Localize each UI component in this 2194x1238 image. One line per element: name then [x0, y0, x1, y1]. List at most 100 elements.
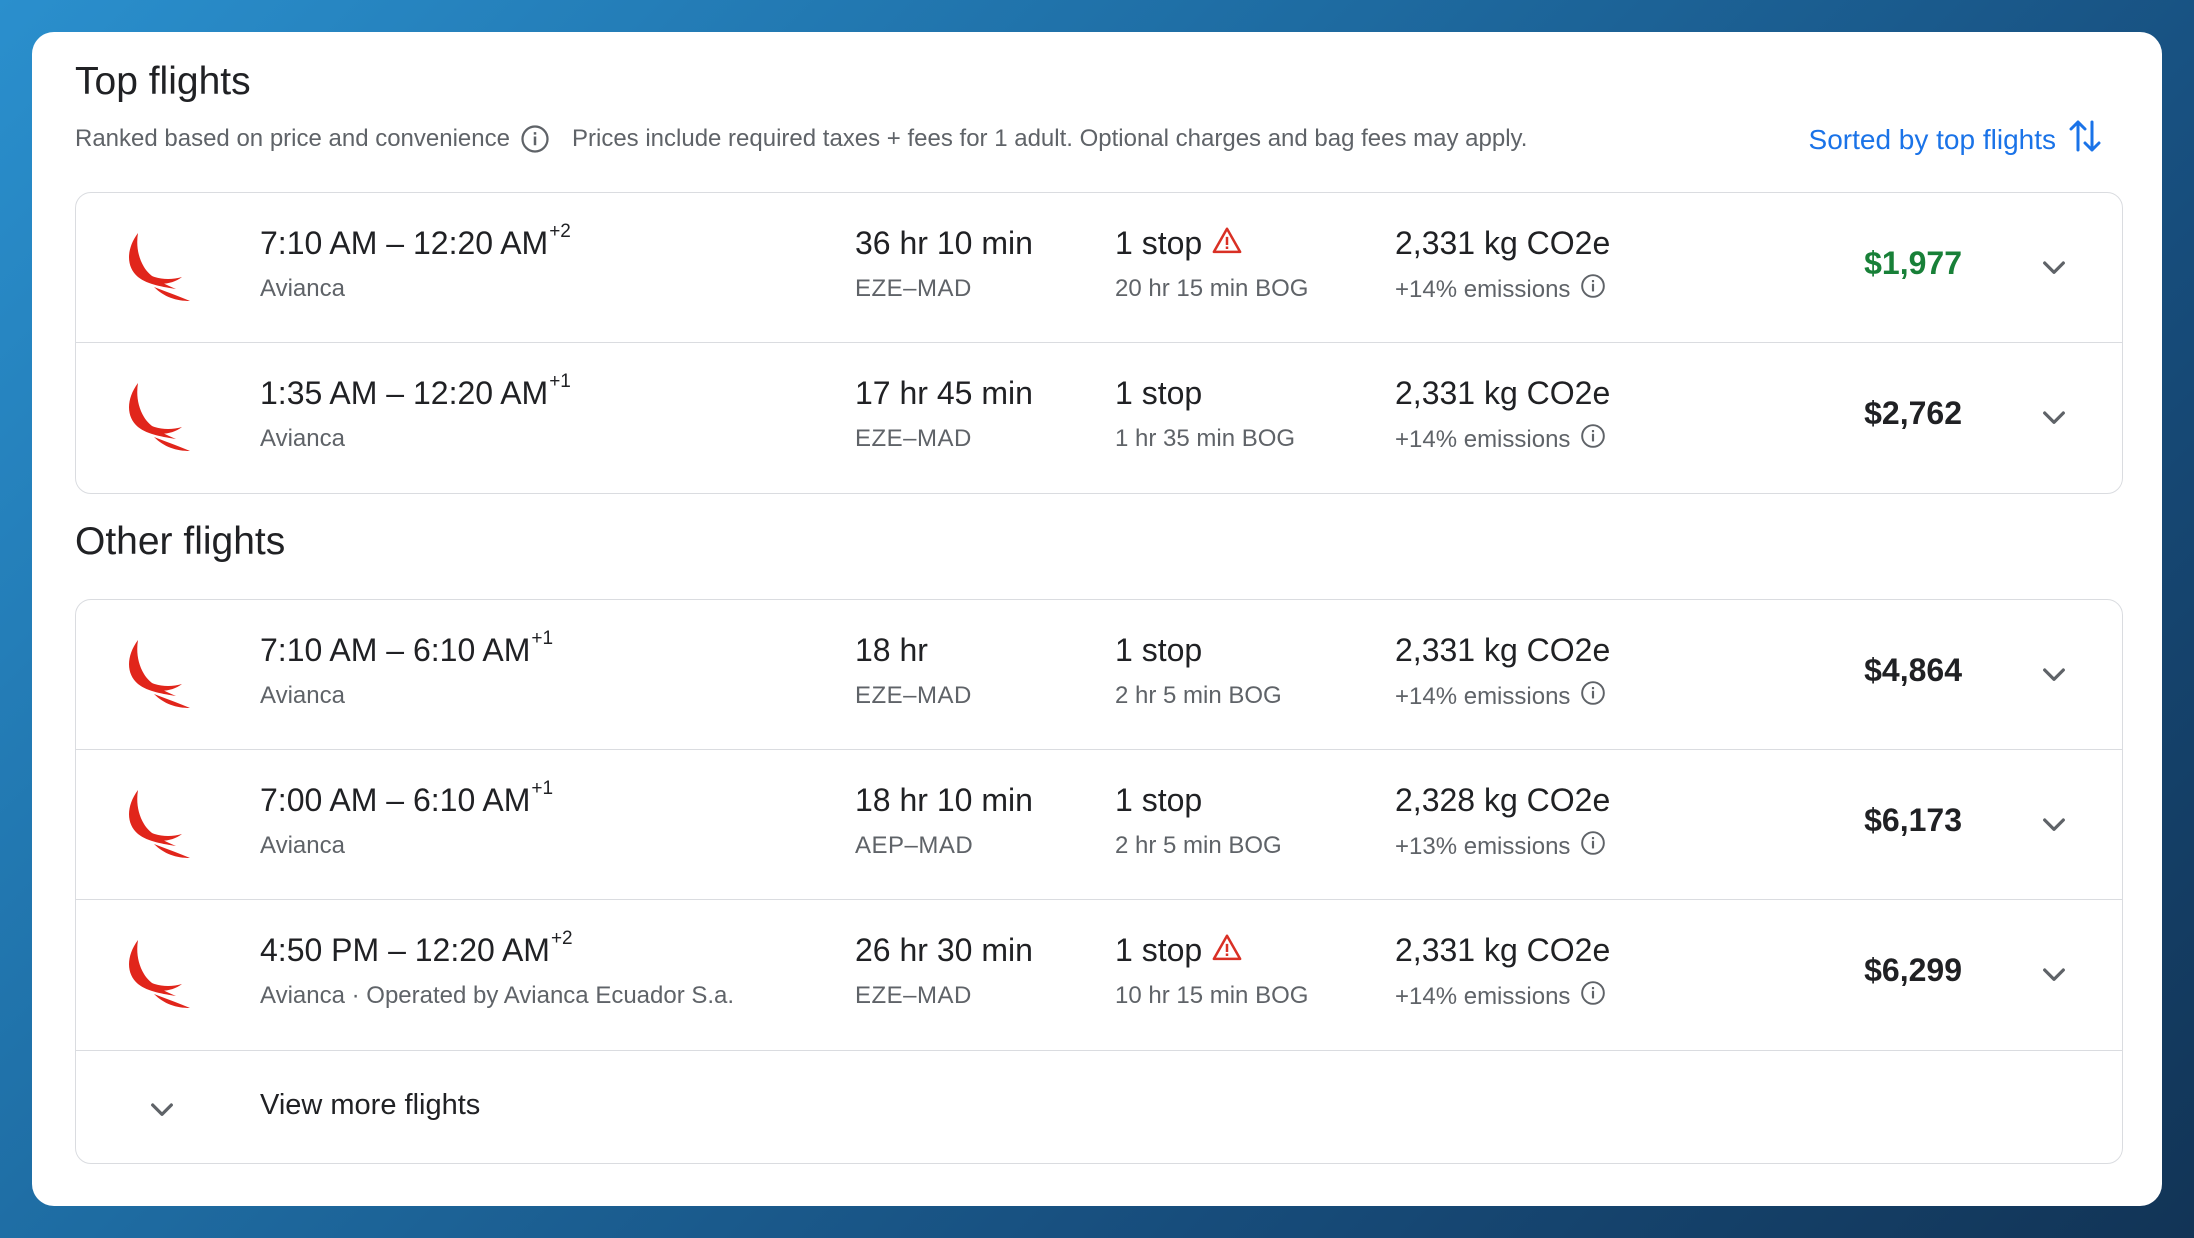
time-range: 7:10 AM – 6:10 AM: [260, 632, 531, 668]
flight-times: 7:00 AM – 6:10 AM+1: [260, 778, 553, 819]
other-flights-title: Other flights: [75, 520, 286, 563]
sort-label: Sorted by top flights: [1808, 123, 2056, 155]
avianca-logo-icon: [124, 381, 192, 453]
prices-note: Prices include required taxes + fees for…: [571, 125, 1528, 152]
stops-info: 1 stop: [1115, 375, 1202, 412]
stops-count: 1 stop: [1115, 632, 1203, 668]
flight-times: 4:50 PM – 12:20 AM+2: [260, 928, 573, 969]
other-flights-list: 7:10 AM – 6:10 AM+1 Avianca 18 hr EZE–MA…: [75, 599, 2123, 1164]
stops-info: 1 stop: [1115, 632, 1202, 669]
airline-name: Avianca: [260, 682, 345, 709]
day-offset: +2: [549, 221, 571, 242]
co2-amount: 2,328 kg CO2e: [1395, 782, 1611, 818]
stops-info: 1 stop: [1115, 932, 1242, 969]
airline-name: Avianca: [260, 275, 345, 302]
time-range: 1:35 AM – 12:20 AM: [260, 375, 549, 411]
flight-row[interactable]: 4:50 PM – 12:20 AM+2 Avianca · Operated …: [76, 900, 2122, 1050]
emissions-info: +14% emissions: [1395, 423, 1606, 456]
ranking-info: Ranked based on price and convenience Pr…: [75, 124, 1527, 154]
chevron-down-icon: [146, 1093, 178, 1125]
warning-icon: [1212, 225, 1242, 262]
stops-info: 1 stop: [1115, 782, 1202, 819]
avianca-logo-icon: [124, 788, 192, 860]
flight-duration: 18 hr 10 min: [855, 782, 1033, 818]
airline-name: Avianca: [260, 832, 345, 859]
day-offset: +2: [550, 928, 573, 949]
flight-price: $6,173: [1864, 802, 1962, 838]
top-flights-list: 7:10 AM – 12:20 AM+2 Avianca 36 hr 10 mi…: [75, 192, 2123, 494]
flight-duration: 26 hr 30 min: [855, 932, 1033, 968]
flight-row[interactable]: 7:00 AM – 6:10 AM+1 Avianca 18 hr 10 min…: [76, 750, 2122, 900]
layover-info: 2 hr 5 min BOG: [1115, 832, 1282, 859]
time-range: 7:10 AM – 12:20 AM: [260, 225, 549, 261]
emissions-percent: +13% emissions: [1395, 832, 1571, 860]
sort-button[interactable]: Sorted by top flights: [1809, 116, 2102, 163]
layover-info: 2 hr 5 min BOG: [1115, 682, 1282, 709]
results-card: Top flights Ranked based on price and co…: [32, 32, 2162, 1206]
ranked-text: Ranked based on price and convenience: [75, 125, 510, 152]
time-range: 7:00 AM – 6:10 AM: [260, 782, 531, 818]
co2-amount: 2,331 kg CO2e: [1395, 225, 1611, 261]
avianca-logo-icon: [124, 638, 192, 710]
flight-route: EZE–MAD: [855, 425, 972, 452]
expand-chevron-down-icon[interactable]: [2038, 958, 2070, 990]
flight-times: 7:10 AM – 6:10 AM+1: [260, 628, 553, 669]
flight-route: EZE–MAD: [855, 682, 972, 709]
flight-route: AEP–MAD: [855, 832, 974, 859]
time-range: 4:50 PM – 12:20 AM: [260, 932, 550, 968]
warning-icon: [1212, 932, 1242, 969]
flight-duration: 36 hr 10 min: [855, 225, 1033, 261]
emissions-info: +14% emissions: [1395, 680, 1606, 713]
expand-chevron-down-icon[interactable]: [2038, 401, 2070, 433]
flight-route: EZE–MAD: [855, 275, 972, 302]
emissions-percent: +14% emissions: [1395, 425, 1571, 453]
flight-times: 1:35 AM – 12:20 AM+1: [260, 371, 571, 412]
airline-name: Avianca: [260, 425, 345, 452]
stops-count: 1 stop: [1115, 932, 1203, 968]
expand-chevron-down-icon[interactable]: [2038, 808, 2070, 840]
flight-row[interactable]: 7:10 AM – 12:20 AM+2 Avianca 36 hr 10 mi…: [76, 193, 2122, 343]
flight-duration: 18 hr: [855, 632, 928, 668]
flight-route: EZE–MAD: [855, 982, 972, 1009]
info-icon[interactable]: [1580, 980, 1606, 1013]
flight-row[interactable]: 7:10 AM – 6:10 AM+1 Avianca 18 hr EZE–MA…: [76, 600, 2122, 750]
emissions-percent: +14% emissions: [1395, 982, 1571, 1010]
stops-count: 1 stop: [1115, 782, 1203, 818]
flight-duration: 17 hr 45 min: [855, 375, 1033, 411]
stops-count: 1 stop: [1115, 375, 1203, 411]
layover-info: 10 hr 15 min BOG: [1115, 982, 1309, 1009]
emissions-info: +14% emissions: [1395, 980, 1606, 1013]
flight-times: 7:10 AM – 12:20 AM+2: [260, 221, 571, 262]
expand-chevron-down-icon[interactable]: [2038, 658, 2070, 690]
flight-price: $6,299: [1864, 952, 1962, 988]
airline-name: Avianca · Operated by Avianca Ecuador S.…: [260, 982, 735, 1009]
info-icon[interactable]: [1580, 680, 1606, 713]
day-offset: +1: [531, 628, 554, 649]
info-icon[interactable]: [1580, 830, 1606, 863]
day-offset: +1: [549, 371, 571, 392]
view-more-flights-button[interactable]: View more flights: [76, 1050, 2122, 1163]
flight-price: $2,762: [1864, 395, 1962, 431]
flight-price: $4,864: [1864, 652, 1962, 688]
avianca-logo-icon: [124, 231, 192, 303]
view-more-label: View more flights: [260, 1089, 481, 1121]
co2-amount: 2,331 kg CO2e: [1395, 375, 1611, 411]
layover-info: 20 hr 15 min BOG: [1115, 275, 1309, 302]
co2-amount: 2,331 kg CO2e: [1395, 932, 1611, 968]
expand-chevron-down-icon[interactable]: [2038, 251, 2070, 283]
stops-info: 1 stop: [1115, 225, 1242, 262]
info-icon[interactable]: [1580, 273, 1606, 306]
info-icon[interactable]: [1580, 423, 1606, 456]
emissions-info: +14% emissions: [1395, 273, 1606, 306]
emissions-info: +13% emissions: [1395, 830, 1606, 863]
co2-amount: 2,331 kg CO2e: [1395, 632, 1611, 668]
sort-arrows-icon: [2068, 116, 2102, 163]
top-flights-title: Top flights: [75, 60, 251, 103]
emissions-percent: +14% emissions: [1395, 682, 1571, 710]
flight-price: $1,977: [1864, 245, 1962, 281]
stops-count: 1 stop: [1115, 225, 1203, 261]
layover-info: 1 hr 35 min BOG: [1115, 425, 1296, 452]
flight-row[interactable]: 1:35 AM – 12:20 AM+1 Avianca 17 hr 45 mi…: [76, 343, 2122, 493]
info-icon[interactable]: [520, 124, 550, 154]
emissions-percent: +14% emissions: [1395, 275, 1571, 303]
